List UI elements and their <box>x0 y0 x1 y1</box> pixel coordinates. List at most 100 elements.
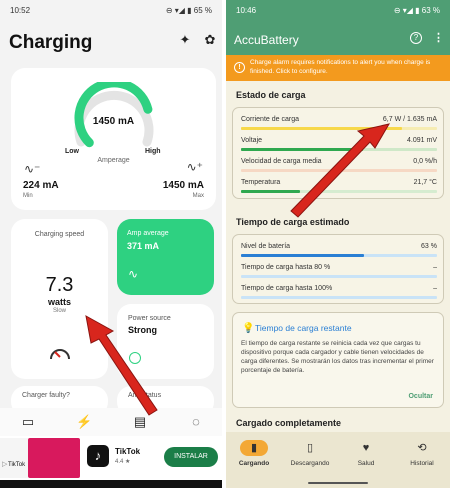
ampstatus-label: Ampstatus <box>128 392 162 399</box>
tiempo-card: Nivel de batería 63 % Tiempo de carga hast… <box>232 234 444 304</box>
max-value: 1450 mA <box>162 180 204 191</box>
system-bar <box>0 480 222 488</box>
tiempo-row-label: Tiempo de carga hasta 80 % <box>241 264 331 271</box>
tiempo-row-bar <box>241 275 437 278</box>
estado-row-bar-fill <box>241 127 402 130</box>
lightbulb-icon: 💡 <box>242 323 255 334</box>
amp-average-card[interactable]: Amp average 371 mA ∿ <box>117 219 214 295</box>
tiempo-row-value: – <box>433 264 437 271</box>
sparkle-icon[interactable]: ✦ <box>178 33 192 47</box>
fault-label: Charger faulty? <box>22 392 70 399</box>
tiempo-row-bar <box>241 296 437 299</box>
estado-row-value: 0,0 %/h <box>413 158 437 165</box>
estado-row: Corriente de carga 6,7 W / 1.635 mA <box>241 116 437 123</box>
ad-app-name: TikTok <box>115 447 141 456</box>
bottom-nav: ▮ Cargando ▯ Descargando ♥ Salud ⟲ Historial <box>226 432 450 480</box>
tiempo-row: Nivel de batería 63 % <box>241 243 437 250</box>
charging-speed-card[interactable]: Charging speed 7.3 watts Slow <box>11 219 108 379</box>
estado-row-label: Velocidad de carga media <box>241 158 322 165</box>
status-icons: ⊖ ▾◢ ▮ 63 % <box>393 6 440 15</box>
nav-salud-icon: ♥ <box>362 442 370 454</box>
tiktok-logo-icon: ♪ <box>87 445 109 467</box>
estado-card: Corriente de carga 6,7 W / 1.635 mA Voltaj… <box>232 107 444 199</box>
power-value: Strong <box>128 325 157 335</box>
estado-row: Velocidad de carga media 0,0 %/h <box>241 158 437 165</box>
alert-text: Charge alarm requires notifications to a… <box>250 59 431 75</box>
status-icons: ⊖ ▾◢ ▮ 65 % <box>165 6 212 15</box>
gesture-handle <box>308 482 368 484</box>
more-vert-icon[interactable]: ⋮ <box>433 31 444 44</box>
bottom-nav: ▭ ⚡ ▤ ◌ <box>0 408 222 436</box>
estado-row-label: Voltaje <box>241 137 263 144</box>
status-time: 10:52 <box>10 6 31 15</box>
estado-row-bar <box>241 190 437 193</box>
power-label: Power source <box>128 315 171 322</box>
ad-thumb-label: TikTok <box>8 462 26 468</box>
battery-icon[interactable]: ▭ <box>20 414 36 430</box>
nav-label: Salud <box>357 460 375 467</box>
min-value: 224 mA <box>23 180 59 191</box>
nav-cargando-icon: ▮ <box>240 440 268 456</box>
ad-thumb-left <box>0 438 28 478</box>
power-source-card[interactable]: Power source Strong <box>117 304 214 379</box>
tiempo-row-bar-fill <box>241 254 365 257</box>
accubattery-screen: 10:46 ⊖ ▾◢ ▮ 63 % AccuBattery ? ⋮ ! Char… <box>226 0 450 488</box>
ad-rating: 4.4 ★ <box>115 459 131 465</box>
hide-button[interactable]: Ocultar <box>408 393 433 400</box>
min-label: Min <box>23 193 33 199</box>
estado-row: Temperatura 21,7 °C <box>241 179 437 186</box>
nav-label: Descargando <box>290 460 330 467</box>
tip-card: 💡 Tiempo de carga restante El tiempo de … <box>232 312 444 408</box>
amperage-card[interactable]: 1450 mA Low High Amperage ∿⁻ ∿⁺ 224 mA M… <box>11 68 216 210</box>
nav-item-cargando[interactable]: ▮ Cargando <box>226 432 282 480</box>
estado-row-value: 6,7 W / 1.635 mA <box>382 116 437 123</box>
amperage-value: 1450 mA <box>92 116 135 127</box>
estado-row: Voltaje 4.091 mV <box>241 137 437 144</box>
status-bar: 10:52 ⊖ ▾◢ ▮ 65 % <box>0 0 222 22</box>
status-time: 10:46 <box>236 6 257 15</box>
nav-historial-icon: ⟲ <box>417 442 427 454</box>
status-bar: 10:46 ⊖ ▾◢ ▮ 63 % <box>226 0 450 22</box>
nav-descargando-icon: ▯ <box>306 442 314 454</box>
estado-row-bar-fill <box>241 190 300 193</box>
estado-row-value: 4.091 mV <box>407 137 437 144</box>
smiley-icon <box>129 352 141 364</box>
nav-item-descargando[interactable]: ▯ Descargando <box>282 432 338 480</box>
help-icon[interactable]: ? <box>410 32 422 44</box>
speedometer-icon <box>50 349 70 360</box>
estado-row-label: Corriente de carga <box>241 116 299 123</box>
nav-label: Historial <box>410 460 434 467</box>
install-button[interactable]: INSTALAR <box>164 447 218 467</box>
speed-state: Slow <box>52 308 66 314</box>
avg-label: Amp average <box>127 230 169 237</box>
nav-label: Cargando <box>238 460 270 467</box>
section-title-tiempo: Tiempo de carga estimado <box>236 217 350 227</box>
tiempo-row-value: 63 % <box>421 243 437 250</box>
tiempo-row-label: Nivel de batería <box>241 243 291 250</box>
nav-item-salud[interactable]: ♥ Salud <box>338 432 394 480</box>
charging-app-screen: 10:52 ⊖ ▾◢ ▮ 65 % Charging ✦ ✿ 1450 mA L… <box>0 0 222 488</box>
bolt-icon[interactable]: ⚡ <box>76 414 92 430</box>
max-label: Max <box>192 193 204 199</box>
app-bar: 10:46 ⊖ ▾◢ ▮ 63 % AccuBattery ? ⋮ <box>226 0 450 55</box>
ad-choices-icon[interactable]: ▷ <box>2 460 7 468</box>
estado-row-bar-fill <box>241 148 363 151</box>
document-icon[interactable]: ▤ <box>132 414 148 430</box>
pulse-icon: ∿ <box>128 267 139 281</box>
speed-label: Charging speed <box>34 231 85 238</box>
estado-row-label: Temperatura <box>241 179 281 186</box>
section-title-estado: Estado de carga <box>236 90 306 100</box>
gauge-high-label: High <box>145 148 161 155</box>
gear-icon[interactable]: ✿ <box>203 33 217 47</box>
alert-banner[interactable]: ! Charge alarm requires notifications to… <box>226 55 450 81</box>
tiempo-row-bar <box>241 254 437 257</box>
estado-row-bar <box>241 169 437 172</box>
warning-icon: ! <box>234 62 245 73</box>
estado-row-bar <box>241 127 437 130</box>
tip-body: El tiempo de carga restante se reinicia … <box>241 340 434 374</box>
screenshot-root: 10:52 ⊖ ▾◢ ▮ 65 % Charging ✦ ✿ 1450 mA L… <box>0 0 450 488</box>
estado-row-value: 21,7 °C <box>413 179 437 186</box>
nav-item-historial[interactable]: ⟲ Historial <box>394 432 450 480</box>
bulb-icon[interactable]: ◌ <box>188 414 204 430</box>
tiempo-row-value: – <box>433 285 437 292</box>
